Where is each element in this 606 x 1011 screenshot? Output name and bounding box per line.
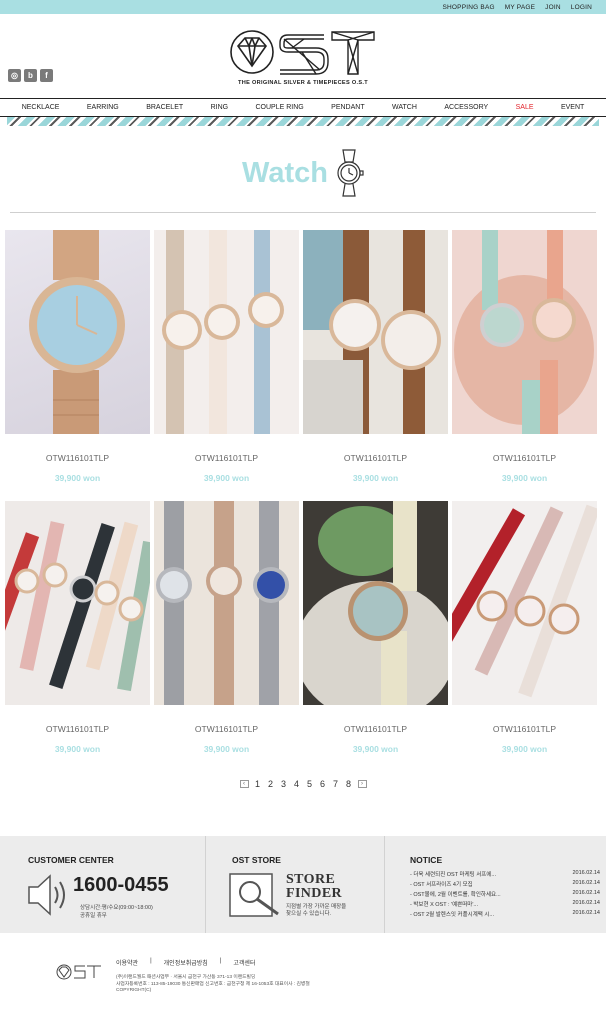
login-link[interactable]: LOGIN — [571, 4, 592, 11]
nav-bracelet[interactable]: BRACELET — [146, 104, 183, 111]
main-nav: NECKLACE EARRING BRACELET RING COUPLE RI… — [0, 98, 606, 117]
nav-event[interactable]: EVENT — [561, 104, 584, 111]
product-card[interactable]: OTW116101TLP 39,900 won — [5, 501, 150, 772]
notice-item[interactable]: - OST몰에, 2월 이벤트를, 확인하세요... 2016.02.14 — [410, 890, 600, 900]
product-name[interactable]: OTW116101TLP — [5, 724, 150, 734]
nav-accessory[interactable]: ACCESSORY — [444, 104, 488, 111]
page-link[interactable]: 4 — [293, 779, 301, 789]
product-card[interactable]: OTW116101TLP 39,900 won — [154, 501, 299, 772]
footer-bottom: 이용약관 | 개인정보취급방침 | 고객센터 (주)이랜드월드 패션사업부 · … — [0, 933, 606, 1011]
page-title-area: Watch — [0, 126, 606, 212]
product-name[interactable]: OTW116101TLP — [452, 724, 597, 734]
product-image[interactable] — [452, 501, 597, 705]
blog-icon[interactable]: b — [24, 69, 37, 82]
product-price: 39,900 won — [203, 473, 250, 483]
product-price: 39,900 won — [352, 744, 399, 754]
product-name[interactable]: OTW116101TLP — [303, 724, 448, 734]
nav-earring[interactable]: EARRING — [87, 104, 119, 111]
notice-item[interactable]: - 박보현 X OST : '예쁜떠마'... 2016.02.14 — [410, 900, 600, 910]
page-link[interactable]: 6 — [319, 779, 327, 789]
product-name[interactable]: OTW116101TLP — [5, 453, 150, 463]
notice-item[interactable]: - 더욱 세련되진 OST 마케팅 서프에... 2016.02.14 — [410, 870, 600, 880]
product-card[interactable]: OTW116101TLP 39,900 won — [303, 501, 448, 772]
product-name[interactable]: OTW116101TLP — [303, 453, 448, 463]
notice: NOTICE - 더욱 세련되진 OST 마케팅 서프에... 2016.02.1… — [384, 836, 606, 933]
top-utility-bar: SHOPPING BAG MY PAGE JOIN LOGIN — [0, 0, 606, 14]
footer-info-bar: CUSTOMER CENTER 1600-0455 상담시간:평/수요(09:0… — [0, 836, 606, 933]
page-link[interactable]: 5 — [306, 779, 314, 789]
product-price: 39,900 won — [352, 473, 399, 483]
page-link[interactable]: 8 — [345, 779, 353, 789]
product-name[interactable]: OTW116101TLP — [154, 453, 299, 463]
customer-phone[interactable]: 1600-0455 — [73, 874, 169, 897]
page-link[interactable]: 2 — [267, 779, 275, 789]
header: ◎ b f THE ORIGINAL SILVER & TIMEPIECES O… — [0, 14, 606, 98]
facebook-icon[interactable]: f — [40, 69, 53, 82]
product-grid: OTW116101TLP 39,900 won OTW116101TLP 39,… — [5, 230, 597, 772]
instagram-icon[interactable]: ◎ — [8, 69, 21, 82]
footer-logo[interactable] — [56, 963, 102, 981]
brand-tagline: THE ORIGINAL SILVER & TIMEPIECES O.S.T — [238, 80, 368, 86]
page-link[interactable]: 7 — [332, 779, 340, 789]
product-card[interactable]: OTW116101TLP 39,900 won — [452, 501, 597, 772]
customer-center: CUSTOMER CENTER 1600-0455 상담시간:평/수요(09:0… — [0, 836, 205, 933]
page-title: Watch — [242, 156, 328, 189]
link-separator: | — [150, 958, 152, 964]
shopping-bag-link[interactable]: SHOPPING BAG — [442, 4, 494, 11]
product-image[interactable] — [5, 230, 150, 434]
prev-page-button[interactable]: ‹ — [239, 780, 249, 788]
product-price: 39,900 won — [501, 744, 548, 754]
notice-title: NOTICE — [410, 855, 443, 865]
product-card[interactable]: OTW116101TLP 39,900 won — [5, 230, 150, 501]
product-image[interactable] — [154, 230, 299, 434]
pagination: ‹ 1 2 3 4 5 6 7 8 › — [0, 779, 606, 789]
notice-item[interactable]: - OST 서프라이즈 4기 모집 2016.02.14 — [410, 880, 600, 890]
product-name[interactable]: OTW116101TLP — [154, 724, 299, 734]
customer-hours: 상담시간:평/수요(09:00~18:00) 공휴일 휴무 — [80, 905, 153, 919]
product-card[interactable]: OTW116101TLP 39,900 won — [303, 230, 448, 501]
nav-necklace[interactable]: NECKLACE — [22, 104, 60, 111]
customer-center-link[interactable]: 고객센터 — [233, 958, 255, 967]
notice-item[interactable]: - OST 2월 발렌스잇 커플시계팩 시... 2016.02.14 — [410, 910, 600, 920]
product-image[interactable] — [303, 501, 448, 705]
product-price: 39,900 won — [203, 744, 250, 754]
terms-link[interactable]: 이용약관 — [116, 958, 138, 967]
my-page-link[interactable]: MY PAGE — [505, 4, 535, 11]
watch-icon — [337, 149, 364, 197]
product-price: 39,900 won — [54, 473, 101, 483]
product-image[interactable] — [5, 501, 150, 705]
social-links: ◎ b f — [8, 69, 53, 82]
nav-pendant[interactable]: PENDANT — [331, 104, 364, 111]
customer-center-title: CUSTOMER CENTER — [28, 855, 114, 865]
store-title: OST STORE — [232, 855, 281, 865]
title-divider — [10, 212, 596, 213]
store-finder-desc: 지점별 가장 가까운 매장을 찾으실 수 있습니다. — [286, 904, 347, 917]
speaker-icon — [28, 874, 65, 916]
product-price: 39,900 won — [501, 473, 548, 483]
nav-ring[interactable]: RING — [211, 104, 229, 111]
nav-sale[interactable]: SALE — [516, 104, 534, 111]
product-image[interactable] — [154, 501, 299, 705]
company-info: (주)이랜드월드 패션사업부 · 서울시 금천구 가산동 371-13 이랜드빌… — [116, 975, 310, 993]
page-link[interactable]: 1 — [254, 779, 262, 789]
store-finder-title[interactable]: STORE FINDER — [286, 873, 342, 901]
page-link[interactable]: 3 — [280, 779, 288, 789]
nav-watch[interactable]: WATCH — [392, 104, 417, 111]
product-image[interactable] — [452, 230, 597, 434]
product-image[interactable] — [303, 230, 448, 434]
store-finder[interactable]: OST STORE STORE FINDER 지점별 가장 가까운 매장을 찾으… — [205, 836, 384, 933]
footer-links: 이용약관 | 개인정보취급방침 | 고객센터 — [116, 958, 255, 967]
product-price: 39,900 won — [54, 744, 101, 754]
product-card[interactable]: OTW116101TLP 39,900 won — [154, 230, 299, 501]
next-page-button[interactable]: › — [357, 780, 367, 788]
nav-couple-ring[interactable]: COUPLE RING — [256, 104, 304, 111]
join-link[interactable]: JOIN — [545, 4, 561, 11]
store-finder-icon — [229, 873, 279, 917]
notice-list: - 더욱 세련되진 OST 마케팅 서프에... 2016.02.14 - OST… — [410, 870, 600, 920]
link-separator: | — [219, 958, 222, 964]
product-name[interactable]: OTW116101TLP — [452, 453, 597, 463]
decorative-pattern-strip — [7, 117, 599, 126]
privacy-link[interactable]: 개인정보취급방침 — [164, 958, 208, 967]
product-card[interactable]: OTW116101TLP 39,900 won — [452, 230, 597, 501]
